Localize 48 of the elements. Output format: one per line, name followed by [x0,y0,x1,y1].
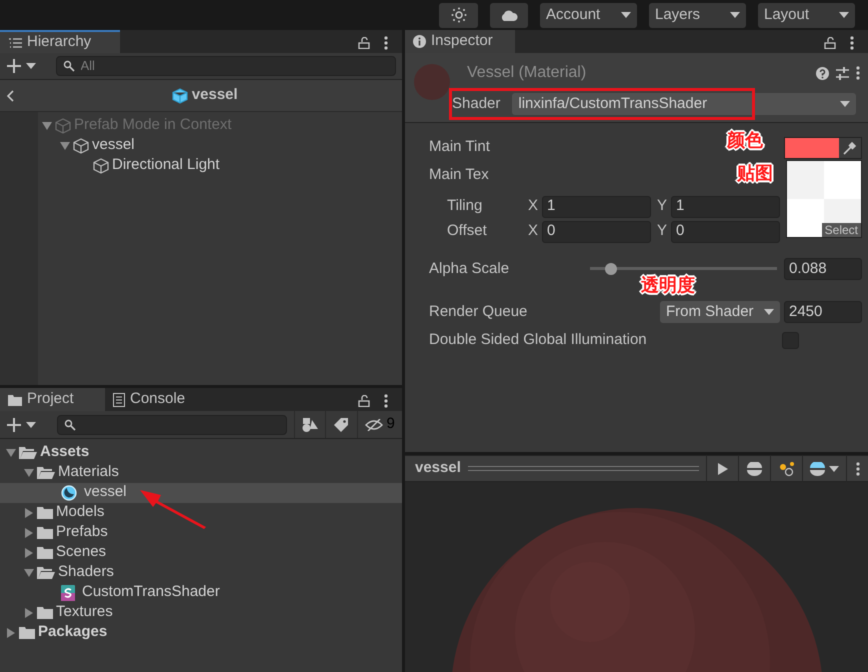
tree-label: vessel [92,135,135,156]
field-label: Tiling [447,196,484,216]
tree-item[interactable]: vessel [0,482,402,502]
select-button[interactable]: Select [822,223,861,237]
tree-item[interactable]: Materials [0,462,402,482]
annotation-label: 贴图 [737,162,773,185]
axis-label: Y [657,196,668,216]
tree-label: Directional Light [112,155,220,176]
breadcrumb-title: vessel [192,85,238,106]
axis-label: X [528,221,540,242]
material-title: Vessel (Material) [467,63,586,83]
tree-item[interactable]: Models [0,502,402,522]
number-field[interactable]: 1 [671,196,780,218]
render-queue-dropdown[interactable]: From Shader [660,301,780,323]
axis-label: X [528,196,540,216]
tree-item[interactable]: Assets [0,442,402,462]
number-field[interactable]: 0.088 [784,258,862,280]
tree-item[interactable]: Scenes [0,542,402,562]
tree-item[interactable]: Shaders [0,562,402,582]
field-label: Main Tex [429,165,489,185]
panel-tab[interactable]: Project [0,388,105,411]
annotation-label: 透明度 [641,274,695,297]
inspector-tab[interactable]: Inspector [405,30,515,53]
field-label: Main Tint [429,137,490,158]
field-label: Offset [447,221,488,242]
field-label: Render Queue [429,302,528,322]
field-label: Double Sided Global Illumination [429,330,647,350]
tree-item[interactable]: Textures [0,602,402,622]
search-input[interactable]: All [78,55,389,77]
texture-slot[interactable]: Select [786,160,862,238]
menu-dropdown[interactable]: Layout [758,2,855,28]
field-label: Shader [452,94,500,114]
menu-dropdown[interactable]: Account [540,2,637,28]
hierarchy-tab[interactable]: Hierarchy [0,30,120,53]
menu-dropdown[interactable]: Layers [649,2,746,28]
annotation-label: 颜色 [727,129,763,152]
search-field[interactable]: All [56,56,396,76]
number-field[interactable]: 0 [542,220,651,242]
shader-dropdown[interactable]: linxinfa/CustomTransShader [512,93,856,115]
number-field[interactable]: 0 [671,220,780,242]
preview-title: vessel [415,458,461,478]
field-label: Alpha Scale [429,258,510,279]
number-field[interactable]: 1 [542,196,651,218]
tree-item[interactable]: Packages [0,622,402,642]
tree-item[interactable]: Prefabs [0,522,402,542]
number-field[interactable]: 2450 [784,301,862,323]
axis-label: Y [657,221,668,242]
tree-item[interactable]: CustomTransShader [0,582,402,602]
